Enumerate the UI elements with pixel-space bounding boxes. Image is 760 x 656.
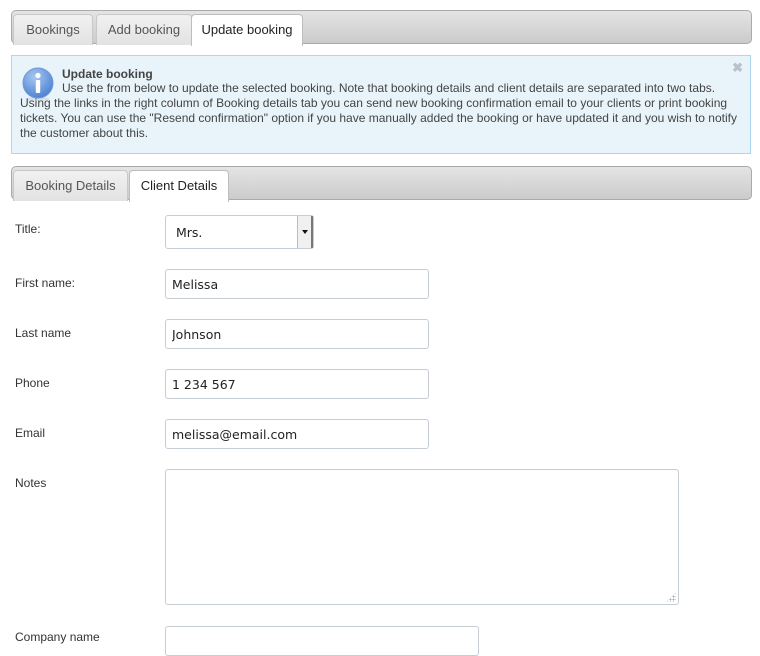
email-label: Email: [15, 426, 46, 440]
last-name-input[interactable]: [165, 319, 429, 349]
notes-textarea[interactable]: [165, 469, 679, 605]
chevron-down-icon[interactable]: [297, 216, 313, 248]
tab-bookings[interactable]: Bookings: [13, 14, 93, 45]
last-name-label: Last name: [15, 326, 72, 340]
tab-client-details[interactable]: Client Details: [129, 170, 229, 202]
main-tab-bar: Bookings Add booking Update booking: [11, 10, 752, 46]
title-label: Title:: [15, 222, 41, 236]
info-title: Update booking: [62, 67, 153, 81]
company-name-input[interactable]: [165, 626, 479, 656]
tab-update-booking[interactable]: Update booking: [191, 14, 303, 46]
notes-label: Notes: [15, 476, 47, 490]
phone-input[interactable]: [165, 369, 429, 399]
tab-add-booking[interactable]: Add booking: [96, 14, 192, 45]
close-icon[interactable]: ✖: [732, 60, 743, 76]
first-name-input[interactable]: [165, 269, 429, 299]
info-notice: Update booking Use the from below to upd…: [11, 55, 751, 154]
company-name-label: Company name: [15, 630, 100, 644]
tab-booking-details[interactable]: Booking Details: [13, 170, 128, 201]
title-select[interactable]: Mrs.: [165, 215, 314, 249]
title-select-value: Mrs.: [176, 225, 203, 240]
phone-label: Phone: [15, 376, 50, 390]
info-text: Use the from below to update the selecte…: [20, 81, 737, 140]
details-tab-bar: Booking Details Client Details: [11, 166, 752, 202]
email-input[interactable]: [165, 419, 429, 449]
first-name-label: First name:: [15, 276, 76, 290]
